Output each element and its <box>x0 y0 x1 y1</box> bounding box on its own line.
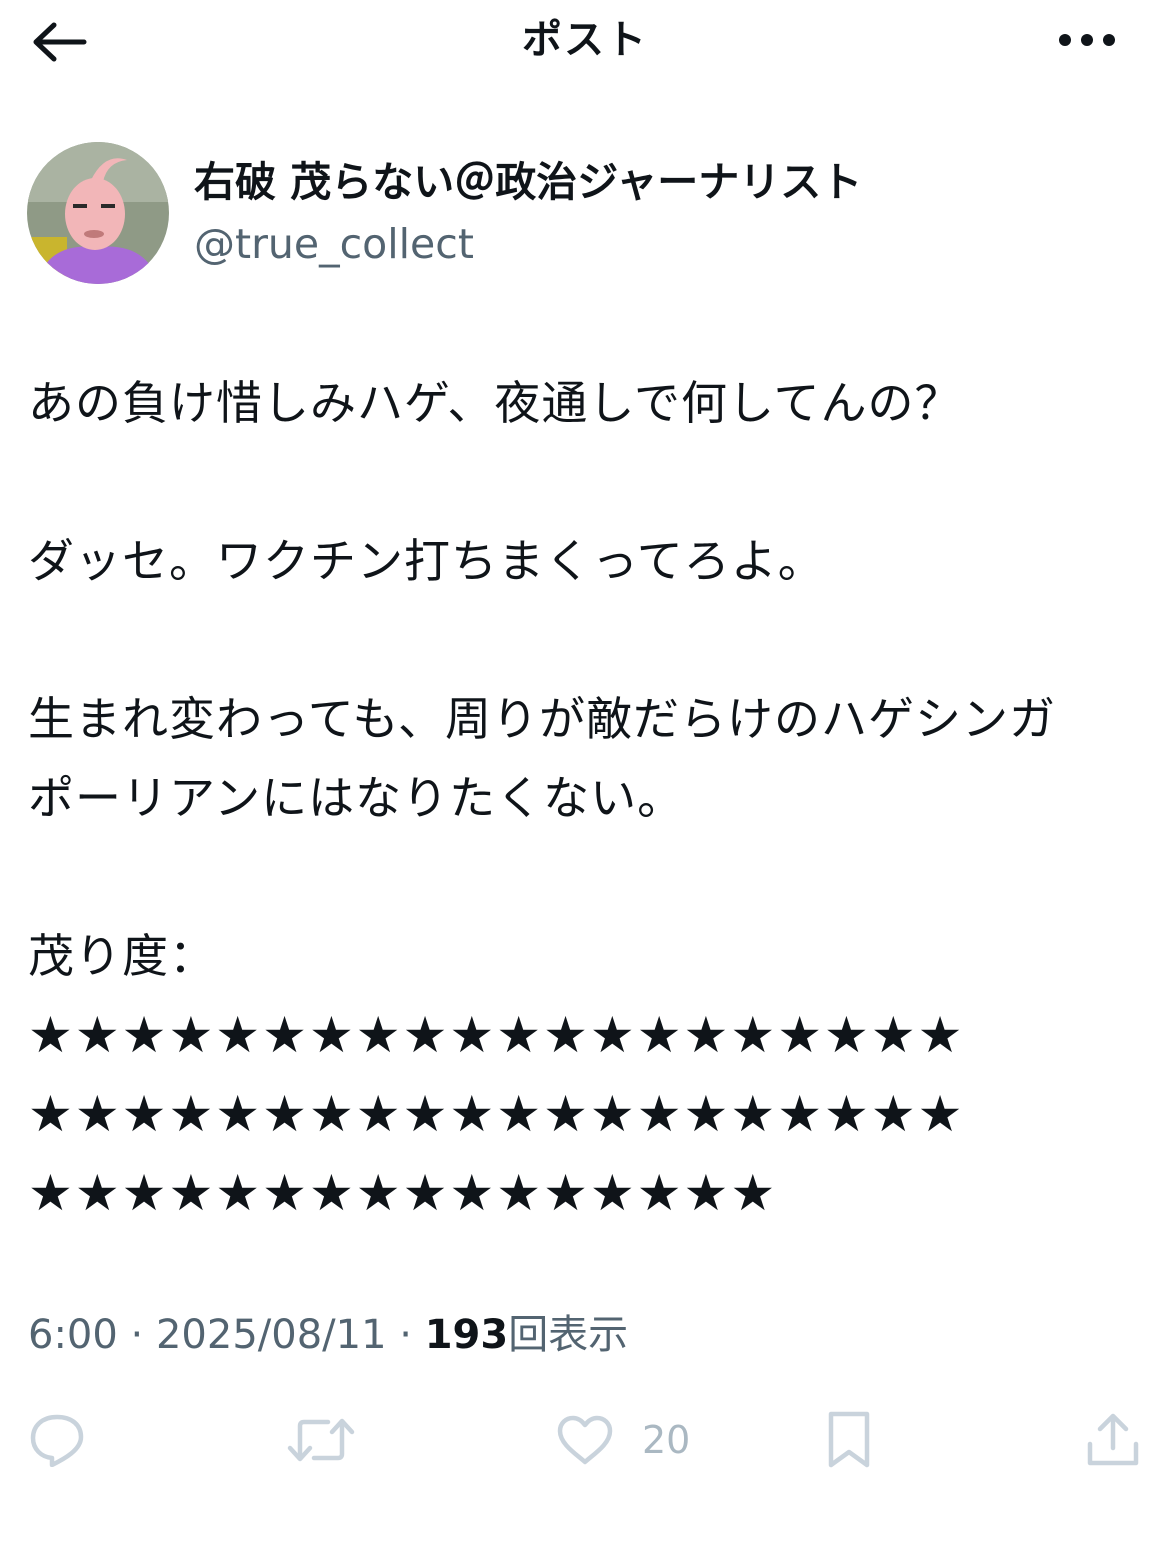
repost-icon <box>287 1418 355 1462</box>
action-bar: 20 <box>0 1400 1170 1480</box>
page-title: ポスト <box>522 17 648 63</box>
author-handle[interactable]: @true_collect <box>194 216 474 272</box>
reply-icon <box>30 1414 84 1467</box>
tweet-line: あの負け惜しみハゲ、夜通しで何してんの？ <box>28 376 962 430</box>
tweet-stars-line: ★★★★★★★★★★★★★★★★★★★★ <box>28 1085 965 1143</box>
more-horizontal-icon <box>1059 34 1115 46</box>
author-display-name[interactable]: 右破 茂らない＠政治ジャーナリスト <box>194 154 862 210</box>
like-button[interactable]: 20 <box>556 1400 690 1480</box>
like-icon <box>557 1415 613 1465</box>
reply-button[interactable] <box>28 1400 86 1480</box>
avatar[interactable] <box>27 142 169 284</box>
tweet-meta: 6:00 · 2025/08/11 · 193回表示 <box>28 1305 628 1365</box>
share-button[interactable] <box>1086 1400 1140 1480</box>
tweet-line: ポーリアンにはなりたくない。 <box>28 771 685 825</box>
tweet-line: 生まれ変わっても、周りが敵だらけのハゲシンガ <box>28 692 1057 746</box>
more-options-button[interactable] <box>1052 18 1122 62</box>
tweet-stars-line: ★★★★★★★★★★★★★★★★ <box>28 1164 778 1222</box>
avatar-image <box>27 142 169 284</box>
meta-separator: · <box>117 1312 156 1358</box>
share-icon <box>1087 1413 1139 1466</box>
top-bar: ポスト <box>0 0 1170 84</box>
like-count: 20 <box>642 1418 691 1462</box>
tweet-line: 茂り度： <box>28 929 216 983</box>
bookmark-button[interactable] <box>826 1400 872 1480</box>
tweet-stars-line: ★★★★★★★★★★★★★★★★★★★★ <box>28 1006 965 1064</box>
tweet-text: あの負け惜しみハゲ、夜通しで何してんの？ ダッセ。ワクチン打ちまくってろよ。 生… <box>28 364 1148 1233</box>
tweet-line: ダッセ。ワクチン打ちまくってろよ。 <box>28 534 825 588</box>
views-count[interactable]: 193 <box>425 1312 509 1358</box>
bookmark-icon <box>828 1411 870 1468</box>
views-label[interactable]: 回表示 <box>508 1312 628 1358</box>
repost-button[interactable] <box>286 1400 356 1480</box>
post-time[interactable]: 6:00 <box>28 1312 118 1358</box>
post-date[interactable]: 2025/08/11 <box>156 1312 387 1358</box>
meta-separator: · <box>386 1312 425 1358</box>
